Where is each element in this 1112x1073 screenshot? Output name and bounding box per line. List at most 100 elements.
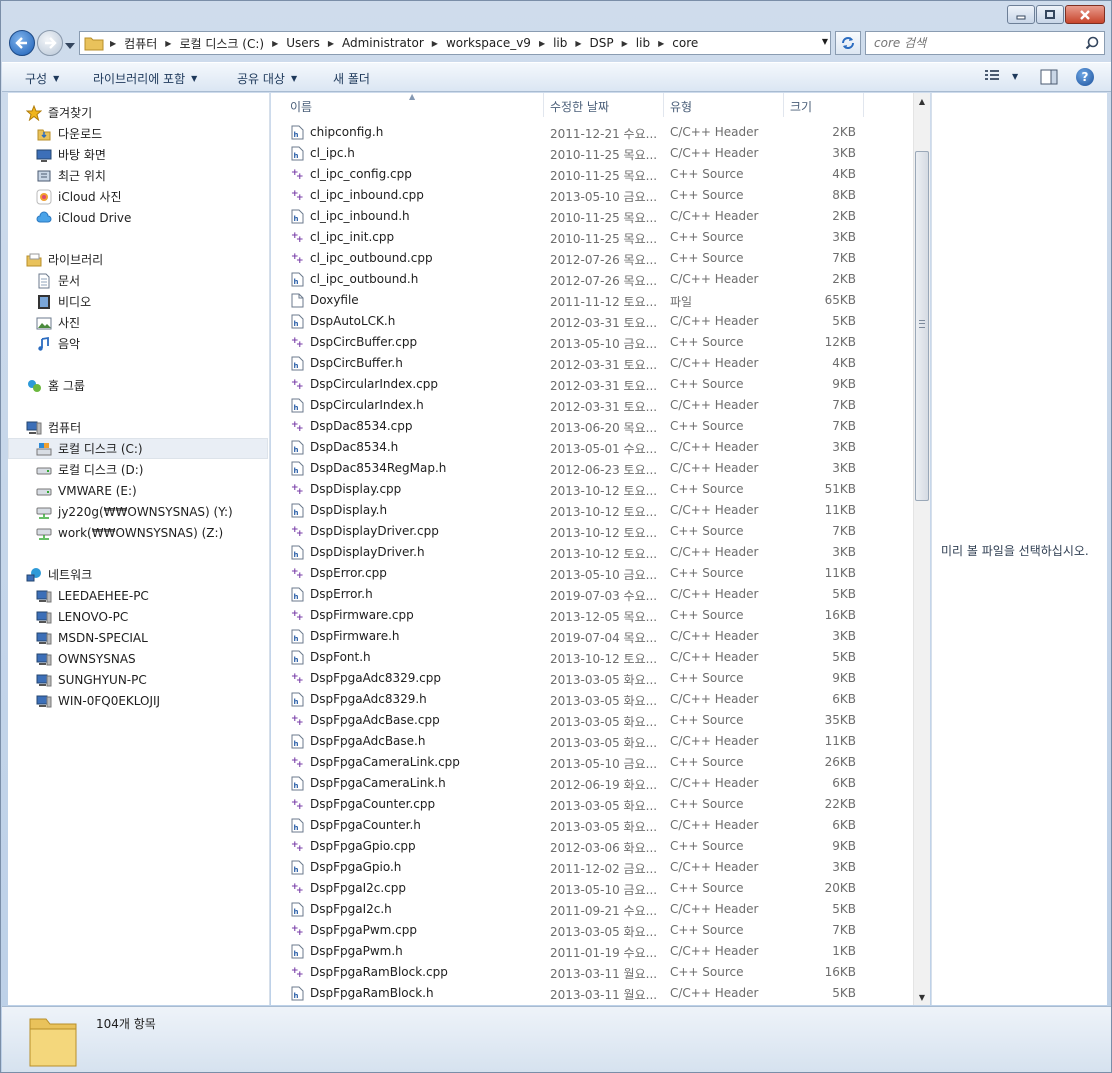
file-row[interactable]: + + cl_ipc_inbound.cpp 2013-05-10 금요... C++ … [271, 185, 913, 206]
file-row[interactable]: + + DspDisplay.cpp 2013-10-12 토요... C++ Sour… [271, 479, 913, 500]
column-date-modified[interactable]: 수정한 날짜 [550, 98, 609, 115]
file-row[interactable]: h DspDisplay.h 2013-10-12 토요... C/C++ Heade… [271, 500, 913, 521]
vertical-scrollbar[interactable]: ▲ ▼ [913, 93, 930, 1005]
file-row[interactable]: h DspCircularIndex.h 2012-03-31 토요... C/C++… [271, 395, 913, 416]
share-with-menu[interactable]: 공유 대상 ▼ [237, 70, 297, 87]
refresh-button[interactable] [835, 31, 861, 55]
breadcrumb-item[interactable]: workspace_v9 [444, 32, 533, 54]
nav-item-network-pc[interactable]: SUNGHYUN-PC [36, 669, 147, 690]
nav-item-network-pc[interactable]: MSDN-SPECIAL [36, 627, 148, 648]
file-row[interactable]: h DspError.h 2019-07-03 수요... C/C++ Header 5… [271, 584, 913, 605]
nav-item-network-pc[interactable]: WIN-0FQ0EKLOJIJ [36, 690, 160, 711]
close-button[interactable] [1065, 5, 1105, 24]
file-row[interactable]: Doxyfile 2011-11-12 토요... 파일 65KB [271, 290, 913, 311]
chevron-right-icon[interactable]: ▶ [616, 39, 634, 48]
chevron-right-icon[interactable]: ▶ [159, 39, 177, 48]
column-separator[interactable] [863, 93, 864, 117]
file-row[interactable]: h DspCircBuffer.h 2012-03-31 토요... C/C++ He… [271, 353, 913, 374]
nav-item-videos[interactable]: 비디오 [36, 291, 91, 312]
file-row[interactable]: h DspDisplayDriver.h 2013-10-12 토요... C/C++… [271, 542, 913, 563]
nav-item-drive-d[interactable]: 로컬 디스크 (D:) [36, 459, 143, 480]
file-row[interactable]: + + DspFpgaAdc8329.cpp 2013-03-05 화요... C++ … [271, 668, 913, 689]
file-row[interactable]: h DspAutoLCK.h 2012-03-31 토요... C/C++ Heade… [271, 311, 913, 332]
organize-menu[interactable]: 구성 ▼ [25, 70, 59, 87]
file-row[interactable]: h DspDac8534RegMap.h 2012-06-23 토요... C/C++… [271, 458, 913, 479]
file-row[interactable]: h DspFpgaRamBlock.h 2013-03-11 월요... C/C++ … [271, 983, 913, 1004]
chevron-right-icon[interactable]: ▶ [569, 39, 587, 48]
file-row[interactable]: h DspFpgaPwm.h 2011-01-19 수요... C/C++ Heade… [271, 941, 913, 962]
file-row[interactable]: h chipconfig.h 2011-12-21 수요... C/C++ Heade… [271, 122, 913, 143]
new-folder-button[interactable]: 새 폴더 [333, 70, 370, 87]
file-row[interactable]: h DspFpgaGpio.h 2011-12-02 금요... C/C++ Head… [271, 857, 913, 878]
nav-item-downloads[interactable]: 다운로드 [36, 123, 102, 144]
file-row[interactable]: + + cl_ipc_outbound.cpp 2012-07-26 목요... C++… [271, 248, 913, 269]
file-row[interactable]: h DspFpgaAdcBase.h 2013-03-05 화요... C/C++ H… [271, 731, 913, 752]
nav-computer-header[interactable]: 컴퓨터 [26, 417, 81, 438]
nav-item-documents[interactable]: 문서 [36, 270, 80, 291]
nav-item-desktop[interactable]: 바탕 화면 [36, 144, 106, 165]
file-row[interactable]: h cl_ipc_outbound.h 2012-07-26 목요... C/C++ … [271, 269, 913, 290]
scroll-down-arrow[interactable]: ▼ [914, 989, 930, 1005]
breadcrumb-item[interactable]: DSP [588, 32, 616, 54]
file-row[interactable]: h cl_ipc_inbound.h 2010-11-25 목요... C/C++ H… [271, 206, 913, 227]
file-row[interactable]: + + DspFirmware.cpp 2013-12-05 목요... C++ Sou… [271, 605, 913, 626]
back-button[interactable] [9, 30, 35, 56]
chevron-right-icon[interactable]: ▶ [104, 39, 122, 48]
nav-item-icloud-photos[interactable]: iCloud 사진 [36, 186, 122, 207]
nav-item-drive-c[interactable]: 로컬 디스크 (C:) [8, 438, 268, 459]
help-button[interactable]: ? [1076, 68, 1094, 86]
column-separator[interactable] [663, 93, 664, 117]
nav-item-drive-y[interactable]: jy220g(₩₩OWNSYSNAS) (Y:) [36, 501, 233, 522]
search-icon[interactable] [1085, 36, 1099, 50]
file-row[interactable]: h DspFirmware.h 2019-07-04 목요... C/C++ Head… [271, 626, 913, 647]
column-size[interactable]: 크기 [790, 98, 812, 115]
breadcrumb-item[interactable]: lib [634, 32, 652, 54]
nav-item-music[interactable]: 음악 [36, 333, 80, 354]
file-row[interactable]: + + DspFpgaRamBlock.cpp 2013-03-11 월요... C++… [271, 962, 913, 983]
file-row[interactable]: h DspFpgaCameraLink.h 2012-06-19 화요... C/C+… [271, 773, 913, 794]
nav-item-network-pc[interactable]: LENOVO-PC [36, 606, 128, 627]
file-row[interactable]: + + DspFpgaGpio.cpp 2012-03-06 화요... C++ Sou… [271, 836, 913, 857]
chevron-right-icon[interactable]: ▶ [652, 39, 670, 48]
nav-item-network-pc[interactable]: LEEDAEHEE-PC [36, 585, 149, 606]
include-in-library-menu[interactable]: 라이브러리에 포함 ▼ [93, 70, 197, 87]
breadcrumb-item[interactable]: core [670, 32, 700, 54]
change-view-button[interactable]: ▼ [984, 69, 1018, 83]
minimize-button[interactable] [1007, 5, 1035, 24]
scroll-up-arrow[interactable]: ▲ [914, 93, 930, 109]
nav-item-icloud-drive[interactable]: iCloud Drive [36, 207, 131, 228]
file-row[interactable]: h DspFpgaI2c.h 2011-09-21 수요... C/C++ Heade… [271, 899, 913, 920]
nav-item-network-pc[interactable]: OWNSYSNAS [36, 648, 136, 669]
nav-network-header[interactable]: 네트워크 [26, 564, 92, 585]
forward-button[interactable] [37, 30, 63, 56]
maximize-button[interactable] [1036, 5, 1064, 24]
chevron-right-icon[interactable]: ▶ [533, 39, 551, 48]
nav-libraries-header[interactable]: 라이브러리 [26, 249, 103, 270]
nav-item-pictures[interactable]: 사진 [36, 312, 80, 333]
file-row[interactable]: + + DspDisplayDriver.cpp 2013-10-12 토요... C+… [271, 521, 913, 542]
nav-item-recent[interactable]: 최근 위치 [36, 165, 106, 186]
chevron-right-icon[interactable]: ▶ [266, 39, 284, 48]
breadcrumb-item[interactable]: Administrator [340, 32, 426, 54]
chevron-right-icon[interactable]: ▶ [322, 39, 340, 48]
file-row[interactable]: + + DspFpgaI2c.cpp 2013-05-10 금요... C++ Sour… [271, 878, 913, 899]
column-type[interactable]: 유형 [670, 98, 692, 115]
preview-pane-button[interactable] [1040, 69, 1058, 88]
breadcrumb-item[interactable]: 로컬 디스크 (C:) [177, 32, 266, 54]
file-row[interactable]: + + DspDac8534.cpp 2013-06-20 목요... C++ Sour… [271, 416, 913, 437]
file-row[interactable]: h DspFont.h 2013-10-12 토요... C/C++ Header 5K… [271, 647, 913, 668]
file-row[interactable]: + + cl_ipc_config.cpp 2010-11-25 목요... C++ S… [271, 164, 913, 185]
search-input[interactable] [874, 36, 1086, 50]
breadcrumb-item[interactable]: lib [551, 32, 569, 54]
file-row[interactable]: + + cl_ipc_init.cpp 2010-11-25 목요... C++ Sou… [271, 227, 913, 248]
nav-item-drive-e[interactable]: VMWARE (E:) [36, 480, 137, 501]
column-separator[interactable] [783, 93, 784, 117]
file-row[interactable]: h DspDac8534.h 2013-05-01 수요... C/C++ Heade… [271, 437, 913, 458]
nav-homegroup[interactable]: 홈 그룹 [26, 375, 85, 396]
column-separator[interactable] [543, 93, 544, 117]
nav-item-drive-z[interactable]: work(₩₩OWNSYSNAS) (Z:) [36, 522, 223, 543]
file-row[interactable]: + + DspFpgaCounter.cpp 2013-03-05 화요... C++ … [271, 794, 913, 815]
scrollbar-thumb[interactable] [915, 151, 929, 501]
address-bar[interactable]: ▶ 컴퓨터 ▶ 로컬 디스크 (C:) ▶ Users ▶ Administrator ▶ wor… [79, 31, 831, 55]
file-row[interactable]: + + DspFpgaPwm.cpp 2013-03-05 화요... C++ Sour… [271, 920, 913, 941]
